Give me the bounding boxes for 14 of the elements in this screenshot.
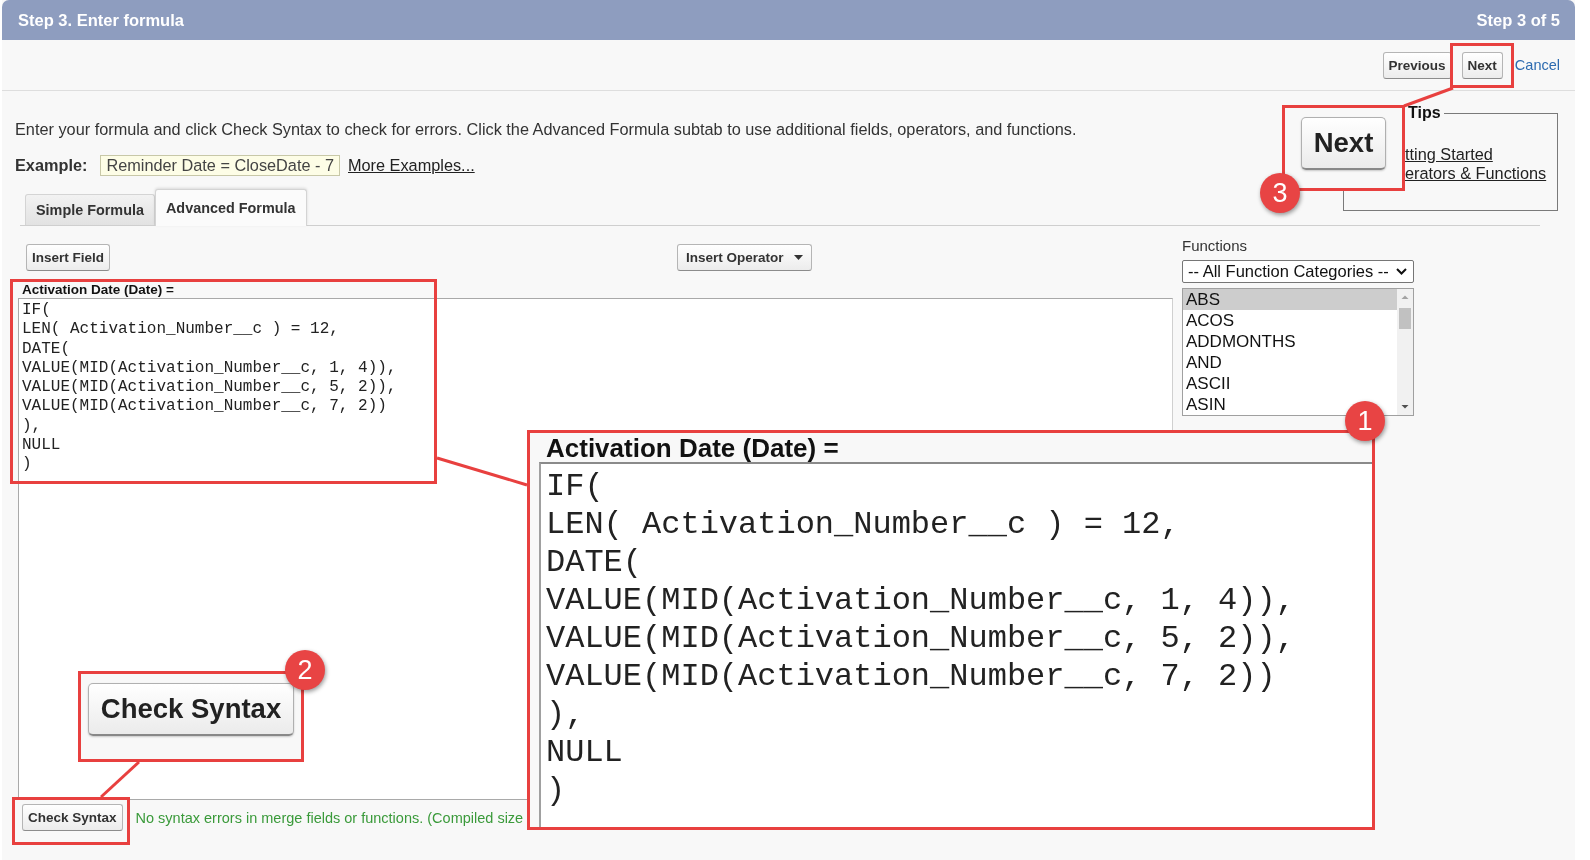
magnified-snippet: Next <box>1300 117 1387 170</box>
example-formula: Reminder Date = CloseDate - 7 <box>100 155 340 176</box>
field-label: Activation Date (Date) = <box>22 282 175 298</box>
syntax-message: No syntax errors in merge fields or functions. (Compiled size <box>135 809 524 826</box>
functions-label: Functions <box>1182 237 1249 255</box>
callout-number: 3 <box>1260 173 1300 213</box>
step-counter: Step 3 of 5 <box>1476 10 1560 30</box>
instruction-text: Enter your formula and click Check Syntax to check for errors. Click the Advanced Formula subtab to use additional fields, operators, and functions. <box>15 120 1078 139</box>
magnified-label: Activation Date (Date) = <box>545 433 840 462</box>
magnified-snippet: Check Syntax <box>87 683 295 736</box>
header-title: Step 3. Enter formula <box>18 10 184 30</box>
example-label: Example: <box>15 156 88 175</box>
magnified-code: IF( LEN( Activation_Number__c ) = 12, DATE( VALUE(MID(Activation_Number__c, 1, 4)), VALUE(MID(Activation_Number__c, 5, 2)), VALUE(MID(Activation_Number__c, 7, 2)) ), NULL ) <box>539 462 1372 827</box>
tips-title: Tips <box>1407 104 1442 122</box>
